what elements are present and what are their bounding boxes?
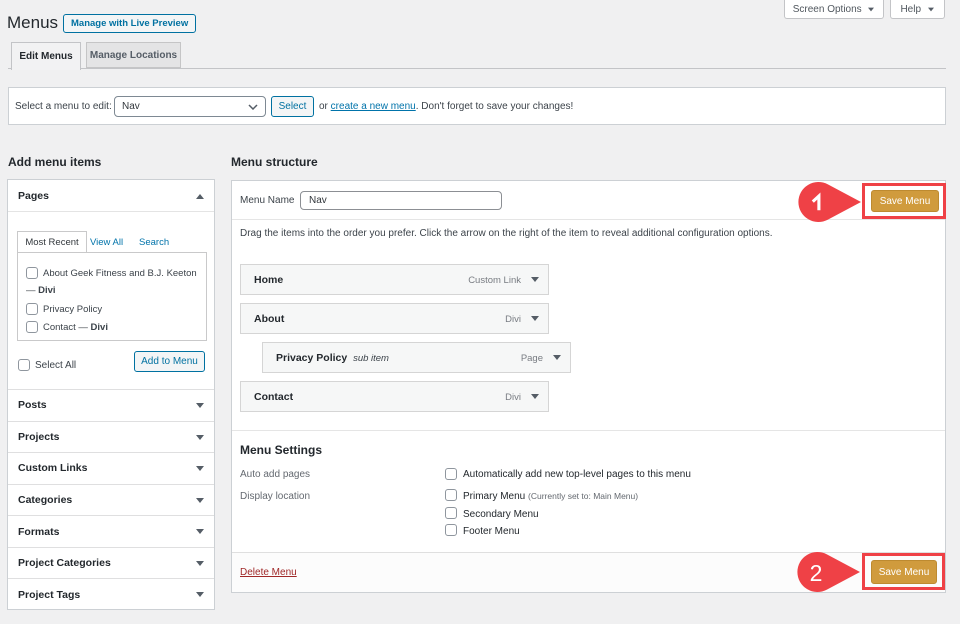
svg-text:2: 2 <box>810 560 823 586</box>
